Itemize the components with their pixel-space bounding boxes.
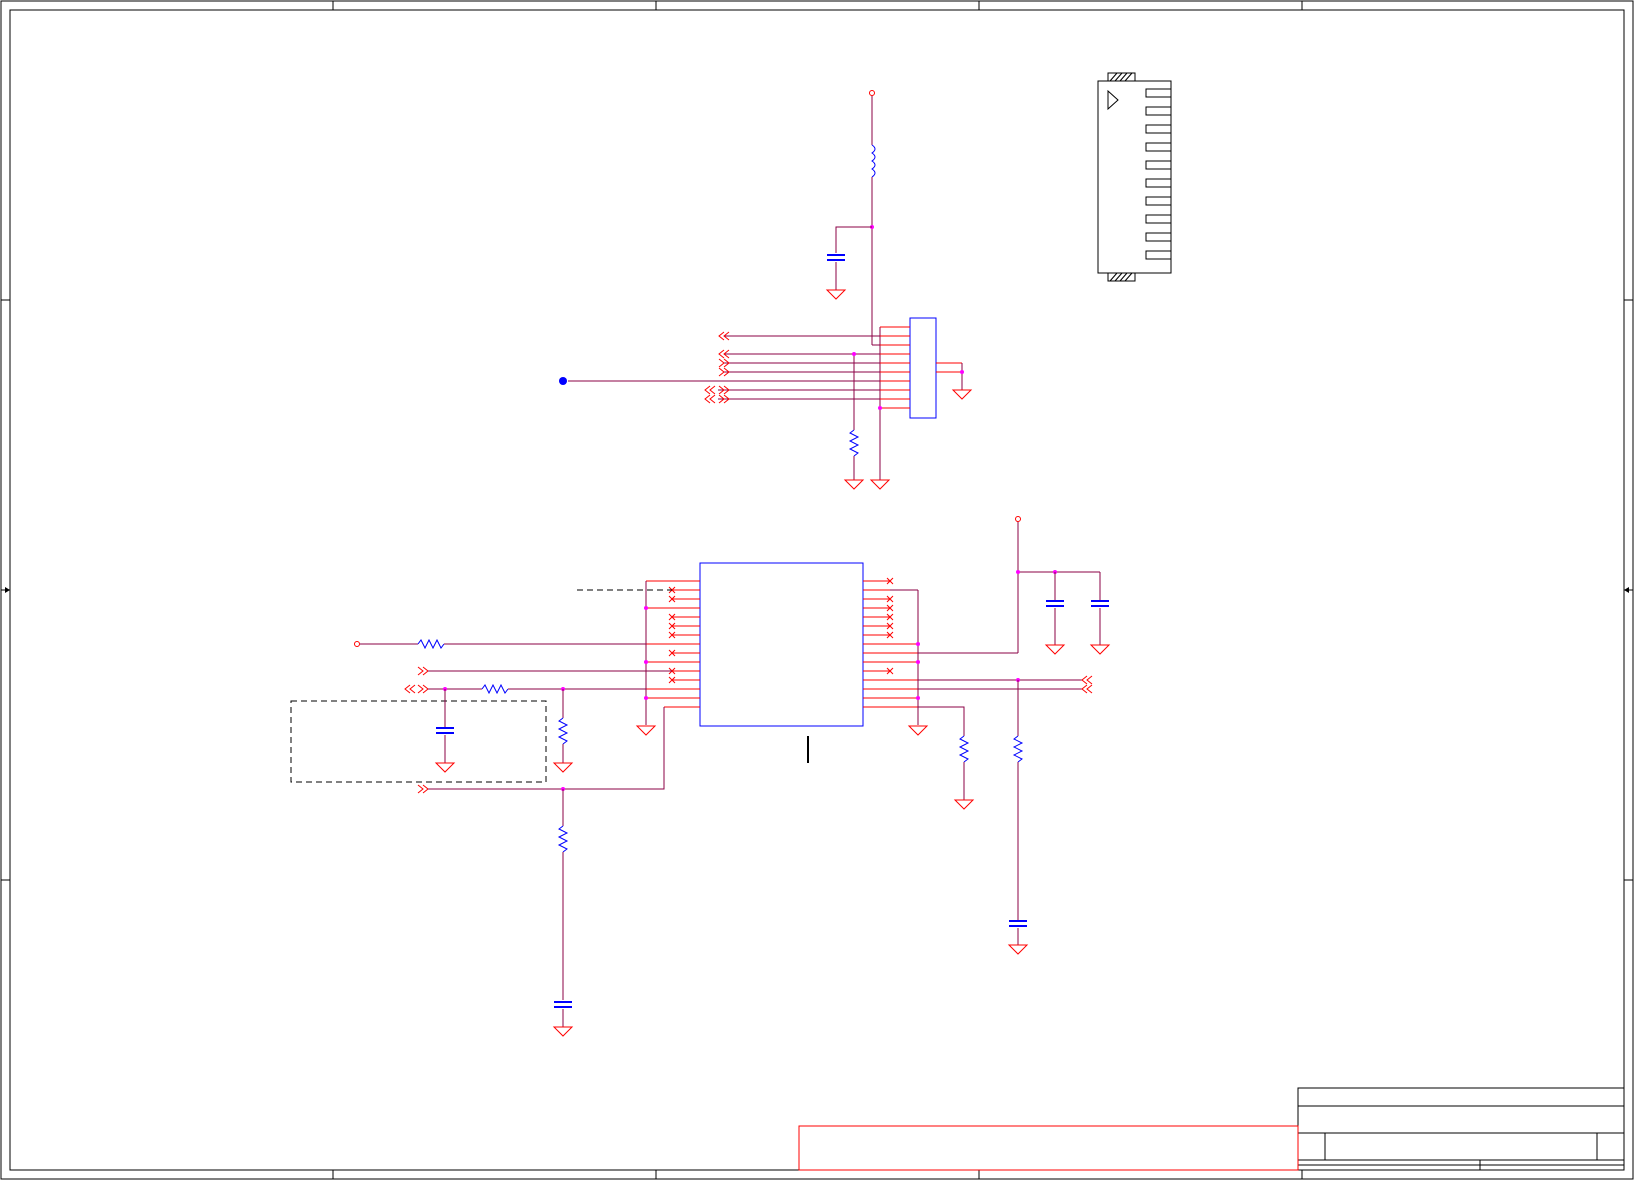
offsheet-arrow-icon (417, 784, 429, 794)
ground-icon (552, 1026, 574, 1037)
title-block (1297, 1087, 1625, 1171)
resistor-icon (481, 683, 509, 695)
resistor-icon (1012, 735, 1024, 763)
ground-icon (951, 389, 973, 400)
ic-block-icon (699, 562, 864, 727)
resistor-icon (417, 638, 445, 650)
ground-icon (1089, 644, 1111, 655)
ground-icon (843, 479, 865, 490)
ground-icon (907, 725, 929, 736)
capacitor-icon (1046, 600, 1064, 607)
power-port-icon (869, 90, 875, 96)
capacitor-icon (436, 727, 454, 734)
capacitor-icon (827, 254, 845, 261)
ic-block-icon (909, 317, 937, 419)
sheet-frame (0, 0, 1634, 1180)
center-mark-right-icon (1624, 587, 1633, 593)
center-mark-left-icon (1, 587, 10, 593)
right-nets (890, 516, 1111, 955)
offsheet-arrow-icon (417, 666, 429, 676)
ground-icon (552, 762, 574, 773)
resistor-icon (848, 429, 860, 457)
main-ic (646, 562, 918, 763)
note-box (798, 1125, 1299, 1171)
power-port-icon (1015, 516, 1021, 522)
top-circuit (559, 90, 973, 490)
capacitor-icon (1091, 600, 1109, 607)
resistor-icon (958, 735, 970, 763)
offsheet-arrow-icon (404, 684, 429, 694)
ground-icon (434, 762, 456, 773)
power-port-icon (354, 641, 360, 647)
ground-icon (869, 479, 891, 490)
offsheet-arrow-icon (704, 331, 730, 404)
resistor-icon (557, 825, 569, 853)
capacitor-icon (554, 1001, 572, 1008)
ground-icon (1044, 644, 1066, 655)
left-nets (290, 581, 672, 1037)
optional-block (290, 700, 547, 783)
ground-icon (1007, 944, 1029, 955)
offsheet-arrow-icon (1081, 675, 1093, 694)
schematic-sheet (0, 0, 1634, 1180)
ground-icon (953, 799, 975, 810)
capacitor-icon (1009, 920, 1027, 927)
inductor-icon (871, 144, 876, 178)
resistor-icon (557, 717, 569, 745)
ground-icon (635, 725, 657, 736)
fpc-connector-icon (1097, 72, 1172, 282)
ground-icon (825, 289, 847, 300)
